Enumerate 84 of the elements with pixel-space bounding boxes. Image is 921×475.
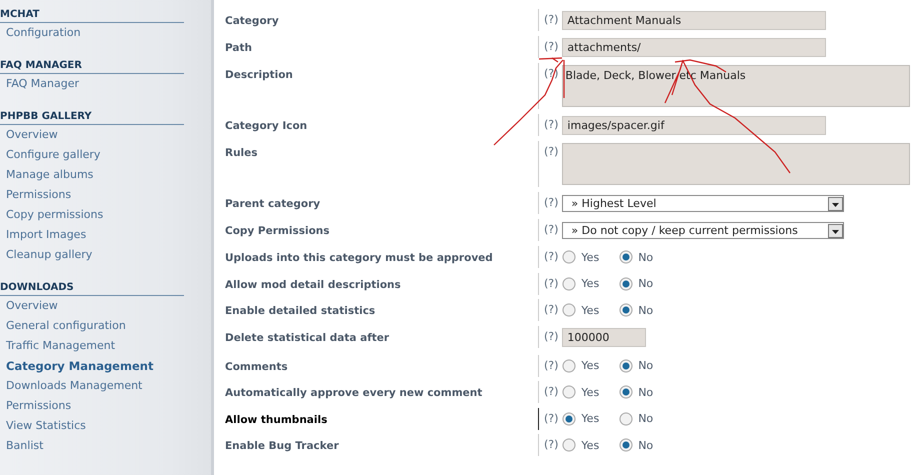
- section-heading: DOWNLOADS: [0, 280, 184, 296]
- radio-button[interactable]: [562, 250, 576, 264]
- sidebar-link[interactable]: Configure gallery: [0, 145, 211, 165]
- field-label: Description: [224, 68, 294, 83]
- help-link[interactable]: (?): [544, 436, 558, 451]
- field-label: Enable detailed statistics: [224, 304, 376, 319]
- help-link[interactable]: (?): [544, 410, 558, 424]
- radio-label: Yes: [581, 412, 600, 425]
- radio-label: Yes: [581, 304, 600, 316]
- radio-label: Yes: [581, 438, 600, 452]
- help-link[interactable]: (?): [544, 38, 558, 53]
- radio-button[interactable]: [619, 358, 634, 372]
- text-field[interactable]: images/spacer.gif: [562, 116, 826, 135]
- field-label: Comments: [224, 360, 289, 374]
- field-label: Rules: [224, 146, 259, 161]
- radio-label: No: [638, 250, 654, 264]
- radio-label: No: [638, 277, 654, 290]
- help-link[interactable]: (?): [544, 221, 558, 236]
- sidebar-link[interactable]: Banlist: [0, 436, 211, 456]
- radio-label: No: [638, 438, 654, 452]
- radio-label: Yes: [581, 250, 600, 264]
- radio-label: No: [638, 359, 654, 372]
- help-link[interactable]: (?): [544, 274, 558, 290]
- field-label: Copy Permissions: [224, 224, 331, 239]
- radio-button[interactable]: [619, 303, 634, 317]
- field-label: Delete statistical data after: [224, 330, 390, 346]
- field-label: Automatically approve every new comment: [224, 386, 484, 401]
- field-label: Category: [224, 14, 280, 29]
- radio-label: No: [638, 386, 654, 398]
- radio-button[interactable]: [562, 276, 576, 290]
- sidebar-link[interactable]: Overview: [0, 296, 211, 316]
- sidebar-link[interactable]: Traffic Management: [0, 336, 211, 356]
- field-label: Category Icon: [224, 119, 308, 134]
- help-link[interactable]: (?): [544, 301, 558, 316]
- help-link[interactable]: (?): [544, 11, 558, 26]
- radio-button[interactable]: [619, 385, 634, 399]
- radio-button[interactable]: [619, 438, 634, 452]
- help-link[interactable]: (?): [544, 383, 558, 398]
- radio-label: No: [638, 412, 654, 425]
- sidebar-link[interactable]: Permissions: [0, 396, 211, 416]
- sidebar-link[interactable]: Cleanup gallery: [0, 245, 211, 265]
- help-link[interactable]: (?): [544, 248, 558, 263]
- field-label: Allow mod detail descriptions: [224, 278, 402, 292]
- sidebar-link[interactable]: Overview: [0, 125, 211, 145]
- radio-label: Yes: [581, 277, 600, 290]
- sidebar-link[interactable]: FAQ Manager: [0, 74, 211, 94]
- help-link[interactable]: (?): [544, 356, 558, 372]
- section-heading: PHPBB GALLERY: [0, 109, 184, 125]
- field-label: Path: [224, 41, 253, 56]
- help-link[interactable]: (?): [544, 116, 558, 131]
- sidebar-link[interactable]: View Statistics: [0, 416, 211, 436]
- sidebar-link[interactable]: Import Images: [0, 225, 211, 245]
- sidebar-link[interactable]: Downloads Management: [0, 376, 211, 396]
- radio-button[interactable]: [619, 276, 634, 290]
- field-label: Allow thumbnails: [224, 412, 328, 428]
- radio-button[interactable]: [619, 250, 634, 264]
- dropdown[interactable]: » Highest Level: [562, 195, 844, 212]
- radio-label: No: [638, 304, 654, 316]
- radio-button[interactable]: [562, 412, 576, 426]
- sidebar-link[interactable]: General configuration: [0, 316, 211, 336]
- sidebar-link[interactable]: Copy permissions: [0, 205, 211, 225]
- radio-button[interactable]: [562, 385, 576, 399]
- sidebar-link[interactable]: Configuration: [0, 23, 211, 43]
- text-field[interactable]: Attachment Manuals: [562, 11, 826, 30]
- sidebar-link[interactable]: Permissions: [0, 185, 211, 205]
- field-label: Uploads into this category must be approved: [224, 251, 494, 266]
- section-heading: MCHAT: [0, 7, 184, 23]
- help-link[interactable]: (?): [544, 328, 558, 342]
- radio-button[interactable]: [619, 412, 634, 426]
- sidebar-link[interactable]: Category Management: [0, 356, 211, 376]
- help-link[interactable]: (?): [544, 143, 558, 158]
- radio-button[interactable]: [562, 303, 576, 317]
- radio-label: Yes: [581, 386, 600, 398]
- section-heading: FAQ MANAGER: [0, 58, 184, 74]
- number-field[interactable]: 100000: [562, 328, 646, 346]
- help-link[interactable]: (?): [544, 194, 558, 209]
- radio-button[interactable]: [562, 438, 576, 452]
- radio-button[interactable]: [562, 358, 576, 372]
- text-field[interactable]: attachments/: [562, 38, 826, 57]
- dropdown[interactable]: » Do not copy / keep current permissions: [562, 222, 844, 239]
- field-label: Enable Bug Tracker: [224, 439, 340, 454]
- sidebar-link[interactable]: Manage albums: [0, 165, 211, 185]
- field-label: Parent category: [224, 197, 322, 212]
- radio-label: Yes: [581, 359, 600, 372]
